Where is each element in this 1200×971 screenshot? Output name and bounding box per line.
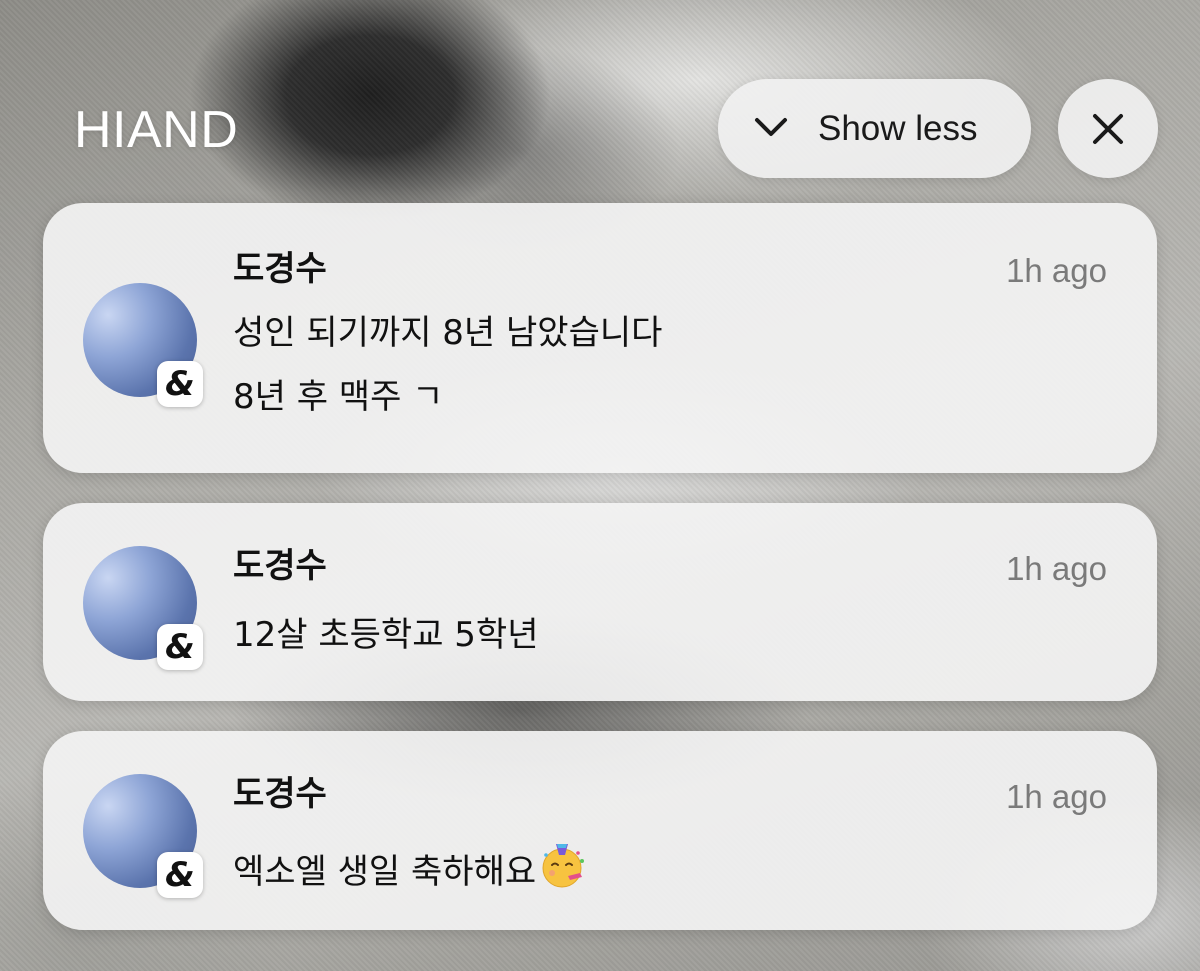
notification-message-line: 8년 후 맥주 ㄱ bbox=[233, 377, 444, 417]
notification-card[interactable]: & 도경수 1h ago 엑소엘 생일 축하해요 bbox=[43, 731, 1157, 930]
app-group-title: HIAND bbox=[74, 101, 239, 159]
notification-card[interactable]: & 도경수 1h ago 12살 초등학교 5학년 bbox=[43, 503, 1157, 701]
ampersand-app-icon: & bbox=[157, 852, 203, 898]
notification-card[interactable]: & 도경수 1h ago 성인 되기까지 8년 남았습니다 8년 후 맥주 ㄱ bbox=[43, 203, 1157, 473]
notification-message-text: 엑소엘 생일 축하해요 bbox=[233, 852, 537, 892]
notification-time: 1h ago bbox=[1006, 550, 1107, 587]
notification-sender: 도경수 bbox=[233, 249, 327, 289]
notification-time: 1h ago bbox=[1006, 778, 1107, 815]
notification-message-line: 엑소엘 생일 축하해요 bbox=[233, 841, 588, 894]
chevron-down-icon bbox=[755, 118, 787, 136]
notification-message-line: 성인 되기까지 8년 남았습니다 bbox=[233, 313, 663, 353]
close-button[interactable] bbox=[1058, 79, 1158, 178]
partying-face-icon bbox=[542, 844, 585, 888]
close-icon bbox=[1093, 114, 1123, 144]
notification-message-line: 12살 초등학교 5학년 bbox=[233, 615, 539, 655]
ampersand-app-icon: & bbox=[157, 624, 203, 670]
notification-sender: 도경수 bbox=[233, 546, 327, 586]
notification-time: 1h ago bbox=[1006, 252, 1107, 289]
show-less-label: Show less bbox=[818, 109, 978, 148]
notification-sender: 도경수 bbox=[233, 774, 327, 814]
show-less-button[interactable]: Show less bbox=[718, 79, 1031, 178]
ampersand-app-icon: & bbox=[157, 361, 203, 407]
